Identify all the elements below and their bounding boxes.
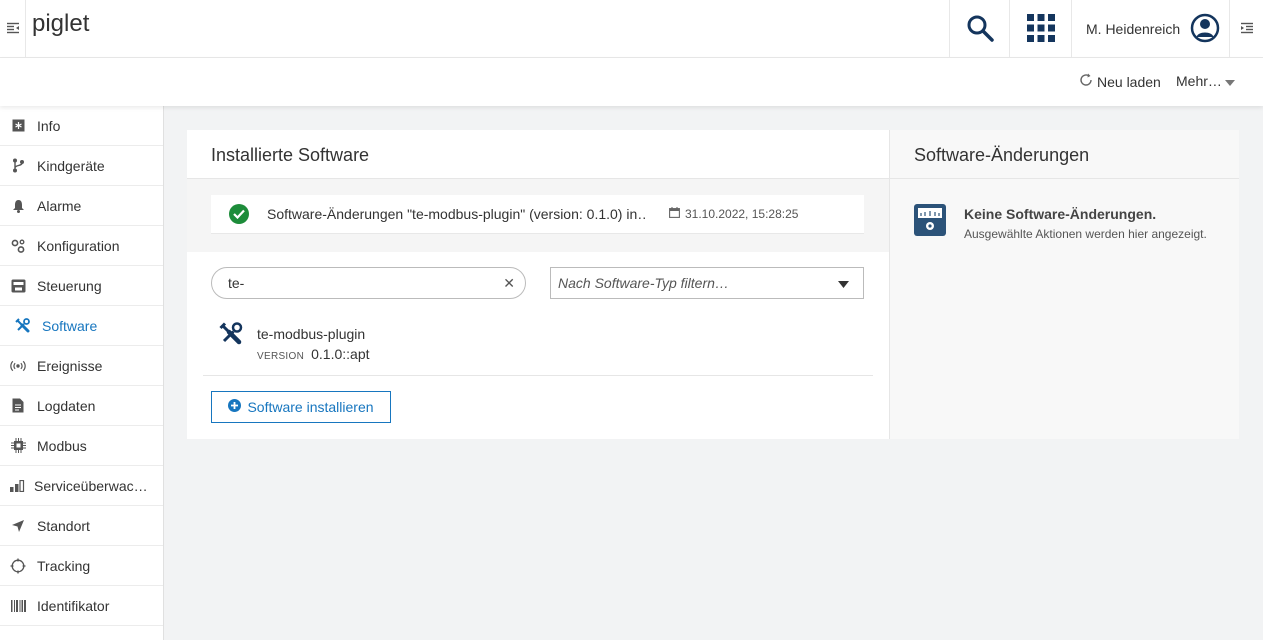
software-changes-title: Software-Änderungen bbox=[890, 130, 1239, 179]
sidebar-item-modbus[interactable]: Modbus bbox=[0, 426, 163, 466]
software-package-icon bbox=[219, 322, 243, 349]
user-name: M. Heidenreich bbox=[1086, 21, 1181, 37]
broadcast-icon bbox=[10, 358, 26, 374]
sidebar-item-label: Konfiguration bbox=[37, 237, 120, 254]
empty-state-title: Keine Software-Änderungen. bbox=[964, 206, 1157, 222]
sidebar-item-label: Ereignisse bbox=[37, 357, 103, 374]
empty-state-subtitle: Ausgewählte Aktionen werden hier angezei… bbox=[964, 227, 1207, 241]
crosshair-icon bbox=[10, 558, 26, 574]
more-label: Mehr… bbox=[1176, 73, 1222, 89]
software-search-input[interactable] bbox=[228, 275, 504, 291]
clear-search-icon[interactable]: ✕ bbox=[503, 275, 515, 292]
reload-button[interactable]: Neu laden bbox=[1079, 73, 1161, 90]
menu-toggle-button[interactable] bbox=[0, 0, 26, 58]
sidebar-item-label: Steuerung bbox=[37, 277, 102, 294]
sidebar-item-standort[interactable]: Standort bbox=[0, 506, 163, 546]
gears-icon bbox=[10, 238, 26, 254]
software-type-filter-placeholder: Nach Software-Typ filtern… bbox=[558, 275, 729, 291]
installed-software-title: Installierte Software bbox=[187, 130, 889, 179]
sidebar-item-kindgeraete[interactable]: Kindgeräte bbox=[0, 146, 163, 186]
sidebar-item-software[interactable]: Software bbox=[0, 306, 163, 346]
operation-status-text: Software-Änderungen "te-modbus-plugin" (… bbox=[267, 206, 647, 222]
sidebar-item-serviceueberwachung[interactable]: Serviceüberwac… bbox=[0, 466, 163, 506]
software-search-field[interactable]: ✕ bbox=[211, 267, 526, 299]
more-dropdown[interactable]: Mehr… bbox=[1176, 73, 1235, 89]
install-software-button[interactable]: Software installieren bbox=[211, 391, 391, 423]
device-nav-sidebar: Info Kindgeräte Alarme Konfiguration Ste… bbox=[0, 106, 164, 640]
empty-state-text: Keine Software-Änderungen. Ausgewählte A… bbox=[964, 204, 1207, 241]
chip-icon bbox=[10, 438, 26, 454]
user-menu-button[interactable]: M. Heidenreich bbox=[1071, 0, 1229, 58]
install-software-label: Software installieren bbox=[247, 399, 374, 415]
sidebar-item-identifikator[interactable]: Identifikator bbox=[0, 586, 163, 626]
calendar-icon bbox=[669, 207, 680, 221]
sidebar-item-tracking[interactable]: Tracking bbox=[0, 546, 163, 586]
info-icon bbox=[10, 118, 26, 134]
search-icon bbox=[966, 14, 994, 45]
installed-software-card: Installierte Software Software-Änderunge… bbox=[187, 130, 889, 439]
caret-down-icon bbox=[1224, 73, 1235, 89]
sidebar-item-logdaten[interactable]: Logdaten bbox=[0, 386, 163, 426]
software-name: te-modbus-plugin bbox=[257, 326, 366, 342]
location-arrow-icon bbox=[10, 518, 26, 534]
operation-date-text: 31.10.2022, 15:28:25 bbox=[685, 207, 799, 221]
app-title: piglet bbox=[32, 10, 90, 37]
sidebar-item-alarme[interactable]: Alarme bbox=[0, 186, 163, 226]
sidebar-item-label: Kindgeräte bbox=[37, 157, 105, 174]
sidebar-item-label: Software bbox=[42, 317, 98, 334]
plus-circle-icon bbox=[228, 399, 242, 415]
menu-collapse-icon bbox=[6, 21, 20, 37]
app-switcher-button[interactable] bbox=[1009, 0, 1071, 58]
global-search-button[interactable] bbox=[949, 0, 1009, 58]
branch-icon bbox=[10, 158, 26, 174]
operation-timestamp: 31.10.2022, 15:28:25 bbox=[669, 207, 798, 221]
software-list-item[interactable]: te-modbus-plugin VERSION 0.1.0::apt bbox=[203, 314, 873, 376]
sidebar-item-label: Modbus bbox=[37, 437, 87, 454]
grid-icon bbox=[1026, 13, 1055, 45]
bars-icon bbox=[10, 478, 26, 494]
software-version-value: 0.1.0::apt bbox=[311, 346, 370, 362]
sidebar-item-label: Tracking bbox=[37, 557, 91, 574]
barcode-icon bbox=[10, 598, 26, 614]
caret-down-icon bbox=[838, 275, 849, 291]
refresh-icon bbox=[1079, 73, 1093, 90]
sidebar-item-label: Info bbox=[37, 117, 61, 134]
software-version: VERSION 0.1.0::apt bbox=[257, 346, 370, 362]
top-bar: piglet M. Heidenreich bbox=[0, 0, 1263, 58]
reload-label: Neu laden bbox=[1097, 73, 1161, 90]
sidebar-item-info[interactable]: Info bbox=[0, 106, 163, 146]
sidebar-item-label: Serviceüberwac… bbox=[34, 477, 148, 494]
sidebar-item-label: Identifikator bbox=[37, 597, 110, 614]
action-bar: Neu laden Mehr… bbox=[0, 58, 1263, 106]
bell-icon bbox=[10, 198, 26, 214]
software-changes-empty-state: Keine Software-Änderungen. Ausgewählte A… bbox=[914, 204, 1207, 241]
pending-operation-strip: Software-Änderungen "te-modbus-plugin" (… bbox=[187, 179, 889, 252]
software-version-label: VERSION bbox=[257, 351, 305, 362]
success-check-icon bbox=[229, 204, 249, 224]
sidebar-item-steuerung[interactable]: Steuerung bbox=[0, 266, 163, 306]
sidebar-item-ereignisse[interactable]: Ereignisse bbox=[0, 346, 163, 386]
operation-status-alert[interactable]: Software-Änderungen "te-modbus-plugin" (… bbox=[211, 195, 864, 234]
control-icon bbox=[10, 278, 26, 294]
software-icon bbox=[14, 318, 30, 334]
right-drawer-toggle-button[interactable] bbox=[1229, 0, 1263, 58]
gauge-icon bbox=[914, 204, 946, 241]
file-icon bbox=[10, 398, 26, 414]
sidebar-item-label: Alarme bbox=[37, 197, 82, 214]
drawer-toggle-icon bbox=[1240, 21, 1254, 37]
user-avatar-icon bbox=[1190, 13, 1220, 46]
sidebar-item-konfiguration[interactable]: Konfiguration bbox=[0, 226, 163, 266]
software-type-filter[interactable]: Nach Software-Typ filtern… bbox=[550, 267, 864, 299]
software-changes-card: Software-Änderungen Keine Software-Änder… bbox=[889, 130, 1239, 439]
sidebar-item-label: Logdaten bbox=[37, 397, 96, 414]
sidebar-item-label: Standort bbox=[37, 517, 90, 534]
